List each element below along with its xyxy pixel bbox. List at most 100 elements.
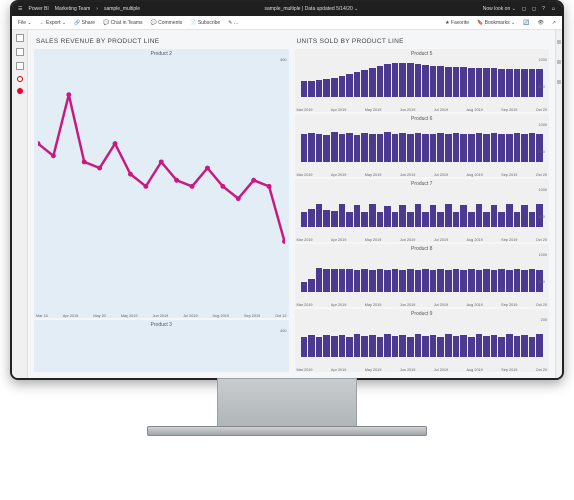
bar[interactable] [399,133,406,162]
bar[interactable] [346,337,353,357]
rail-page-icon[interactable] [16,48,24,56]
bar[interactable] [422,269,429,292]
ribbon-export[interactable]: ← Export ⌄ [40,20,66,26]
ribbon-favorite[interactable]: ★ Favorite [445,20,469,26]
bar[interactable] [491,133,498,162]
bar[interactable] [331,336,338,357]
bar[interactable] [506,270,513,292]
bar[interactable] [491,270,498,292]
bar[interactable] [483,134,490,162]
bar[interactable] [422,134,429,162]
bar[interactable] [430,270,437,292]
bar[interactable] [529,212,536,227]
bar[interactable] [498,212,505,227]
bar[interactable] [346,74,353,97]
bar[interactable] [506,69,513,97]
bar[interactable] [361,70,368,97]
bar[interactable] [323,210,330,227]
rail-record-icon[interactable] [17,76,23,82]
bar[interactable] [377,337,384,357]
bar[interactable] [331,132,338,162]
bar[interactable] [514,212,521,227]
pane-toggle-icon[interactable] [557,80,561,84]
bar[interactable] [460,335,467,357]
line-chart-product-3[interactable]: Product 3400Mar 10Apr 2019May 20May 2019… [34,320,289,373]
bar[interactable] [377,212,384,227]
bar[interactable] [361,212,368,227]
bar[interactable] [346,133,353,162]
bar[interactable] [514,336,521,357]
bar[interactable] [316,134,323,162]
bar[interactable] [301,337,308,357]
bar[interactable] [445,67,452,97]
bar[interactable] [301,81,308,97]
bar[interactable] [430,66,437,97]
bar[interactable] [399,205,406,227]
bar-chart-product-7[interactable]: Product 71000500Mar 2019Apr 2019May 2019… [295,179,550,242]
bar[interactable] [354,205,361,227]
bar[interactable] [491,205,498,227]
bar[interactable] [407,134,414,162]
bar[interactable] [422,65,429,97]
bar[interactable] [377,66,384,97]
appbar-icon-2[interactable]: ◻ [532,6,536,12]
bar[interactable] [521,134,528,162]
bar[interactable] [384,270,391,292]
bar[interactable] [301,134,308,162]
bar[interactable] [415,270,422,292]
rail-page-icon[interactable] [16,34,24,42]
bar[interactable] [384,334,391,357]
bar[interactable] [460,67,467,97]
ribbon-refresh-icon[interactable]: 🔄 [523,20,529,26]
bar[interactable] [529,69,536,97]
bar[interactable] [476,270,483,292]
bar[interactable] [445,270,452,292]
bar[interactable] [453,133,460,162]
ribbon-share[interactable]: 🔗 Share [74,20,95,26]
ribbon-fullscreen-icon[interactable]: ↗ [552,20,556,26]
bar[interactable] [361,133,368,162]
bar[interactable] [453,67,460,97]
bar[interactable] [437,66,444,97]
bar[interactable] [354,72,361,97]
bar[interactable] [331,78,338,98]
bar[interactable] [361,336,368,357]
bar[interactable] [476,133,483,162]
bar[interactable] [415,204,422,227]
bar[interactable] [377,269,384,292]
appbar-icon-1[interactable]: ◻ [522,6,526,12]
bar[interactable] [521,205,528,227]
bar[interactable] [521,335,528,357]
report-name[interactable]: sample_multiple [104,6,140,12]
bar[interactable] [316,337,323,357]
bar[interactable] [407,212,414,227]
bar[interactable] [521,270,528,292]
bar[interactable] [491,335,498,357]
bar[interactable] [369,204,376,227]
bar[interactable] [529,337,536,357]
bar[interactable] [521,69,528,97]
bar[interactable] [476,68,483,97]
app-menu-icon[interactable]: ☰ [18,6,22,12]
bar-chart-product-9[interactable]: Product 9200Mar 2019Apr 2019May 2019Jun … [295,309,550,372]
bar[interactable] [377,134,384,162]
bar[interactable] [453,212,460,227]
bar[interactable] [514,133,521,162]
bar[interactable] [498,69,505,97]
bar[interactable] [460,270,467,292]
bar[interactable] [514,269,521,292]
bar[interactable] [468,337,475,357]
bar[interactable] [437,212,444,227]
bar[interactable] [331,211,338,227]
bar[interactable] [491,68,498,97]
bar[interactable] [384,64,391,97]
ribbon-subscribe[interactable]: 📄 Subscribe [190,20,220,26]
bar[interactable] [514,69,521,97]
bar[interactable] [445,134,452,162]
bar[interactable] [308,209,315,227]
bar[interactable] [407,269,414,292]
bar-chart-product-6[interactable]: Product 61000500Mar 2019Apr 2019May 2019… [295,114,550,177]
bar[interactable] [354,334,361,357]
bar[interactable] [323,335,330,357]
bar[interactable] [308,133,315,162]
